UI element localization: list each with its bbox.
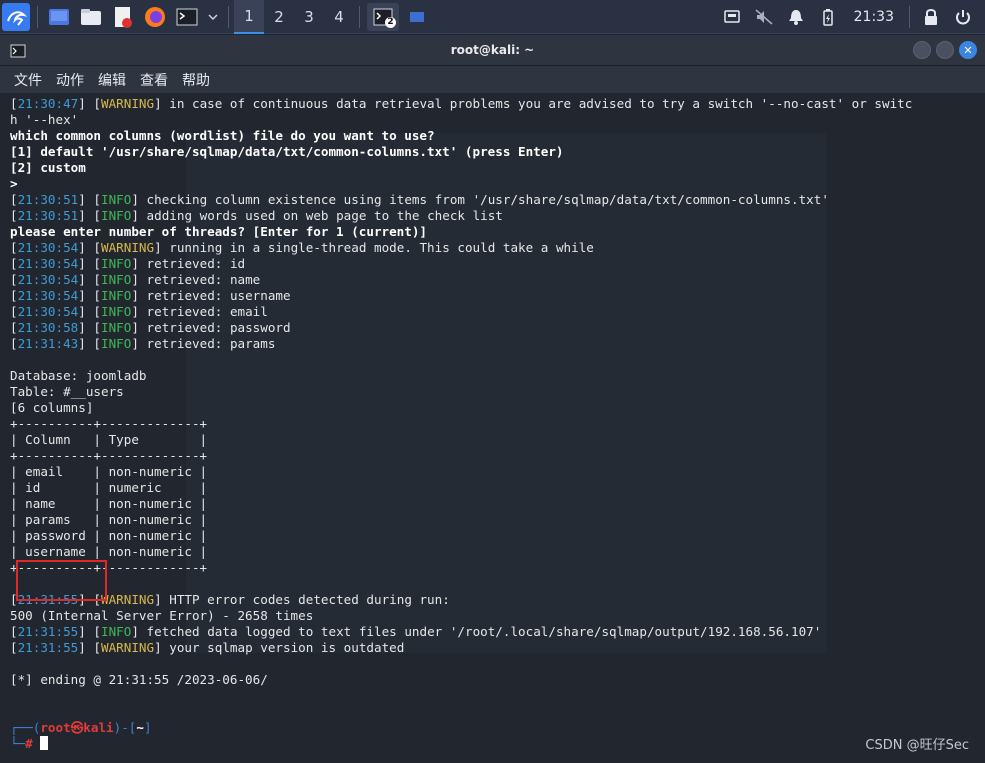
database-line: Database: joomladb bbox=[10, 368, 147, 383]
desktop-icon[interactable] bbox=[45, 3, 73, 31]
taskbar-separator bbox=[37, 5, 38, 28]
table-border: +----------+-------------+ bbox=[10, 448, 208, 463]
battery-icon[interactable] bbox=[814, 3, 842, 31]
log-line: [21:30:54] [INFO] retrieved: username bbox=[10, 288, 291, 303]
taskbar-separator bbox=[359, 5, 360, 28]
prompt-option: [2] custom bbox=[10, 160, 86, 175]
log-line: [21:31:55] [WARNING] HTTP error codes de… bbox=[10, 592, 450, 607]
log-line: [21:30:54] [WARNING] running in a single… bbox=[10, 240, 594, 255]
window-titlebar[interactable]: root@kali: ~ ✕ bbox=[0, 35, 985, 66]
firefox-icon[interactable] bbox=[141, 3, 169, 31]
log-line: [21:30:58] [INFO] retrieved: password bbox=[10, 320, 291, 335]
text-cursor bbox=[40, 736, 49, 750]
maximize-button[interactable] bbox=[936, 41, 954, 59]
table-row: | username | non-numeric | bbox=[10, 544, 208, 559]
prompt-option: [1] default '/usr/share/sqlmap/data/txt/… bbox=[10, 144, 564, 159]
menu-action[interactable]: 动作 bbox=[56, 70, 84, 90]
workspace-3[interactable]: 3 bbox=[294, 0, 324, 34]
notification-bell-icon[interactable] bbox=[782, 3, 810, 31]
display-icon[interactable] bbox=[718, 3, 746, 31]
terminal-icon[interactable] bbox=[173, 3, 201, 31]
clock[interactable]: 21:33 bbox=[854, 9, 894, 25]
log-line: [21:30:54] [INFO] retrieved: email bbox=[10, 304, 268, 319]
system-tray: 21:33 bbox=[716, 0, 979, 34]
table-row: | email | non-numeric | bbox=[10, 464, 208, 479]
log-line: [21:30:54] [INFO] retrieved: id bbox=[10, 256, 246, 271]
log-line: [21:30:51] [INFO] adding words used on w… bbox=[10, 208, 503, 223]
table-row: | params | non-numeric | bbox=[10, 512, 208, 527]
taskbar: 1 2 3 4 2 21:33 bbox=[0, 0, 985, 34]
log-line: [21:31:55] [INFO] fetched data logged to… bbox=[10, 624, 822, 639]
network-icon[interactable] bbox=[403, 3, 431, 31]
menu-help[interactable]: 帮助 bbox=[182, 70, 210, 90]
workspace-4[interactable]: 4 bbox=[324, 0, 354, 34]
table-row: | id | numeric | bbox=[10, 480, 208, 495]
menu-file[interactable]: 文件 bbox=[14, 70, 42, 90]
chevron-down-icon[interactable] bbox=[205, 3, 221, 31]
watermark: CSDN @旺仔Sec bbox=[865, 738, 969, 753]
terminal-window: root@kali: ~ ✕ 文件 动作 编辑 查看 帮助 [21:30:47]… bbox=[0, 35, 985, 763]
log-line: h '--hex' bbox=[10, 112, 79, 127]
ending-line: [*] ending @ 21:31:55 /2023-06-06/ bbox=[10, 672, 268, 687]
table-border: +----------+-------------+ bbox=[10, 560, 208, 575]
highlight-box bbox=[16, 560, 107, 601]
shell-prompt-line1: ┌──(root㉿kali)-[~] bbox=[10, 720, 152, 735]
prompt-question: which common columns (wordlist) file do … bbox=[10, 128, 435, 143]
prompt-question: please enter number of threads? [Enter f… bbox=[10, 224, 428, 239]
text-editor-icon[interactable] bbox=[109, 3, 137, 31]
menu-view[interactable]: 查看 bbox=[140, 70, 168, 90]
taskbar-separator bbox=[909, 6, 910, 28]
minimize-button[interactable] bbox=[913, 41, 931, 59]
menu-bar: 文件 动作 编辑 查看 帮助 bbox=[0, 66, 985, 94]
close-icon: ✕ bbox=[963, 43, 973, 57]
lock-icon[interactable] bbox=[917, 3, 945, 31]
columns-count: [6 columns] bbox=[10, 400, 94, 415]
terminal-task-button[interactable]: 2 bbox=[367, 2, 399, 31]
taskbar-separator bbox=[228, 5, 229, 28]
log-line: [21:30:54] [INFO] retrieved: name bbox=[10, 272, 261, 287]
table-header: | Column | Type | bbox=[10, 432, 208, 447]
shell-prompt-line2[interactable]: └─# bbox=[10, 736, 912, 752]
log-line: 500 (Internal Server Error) - 2658 times bbox=[10, 608, 314, 623]
log-line: [21:31:55] [WARNING] your sqlmap version… bbox=[10, 640, 405, 655]
power-icon[interactable] bbox=[949, 3, 977, 31]
table-border: +----------+-------------+ bbox=[10, 416, 208, 431]
log-line: [21:30:47] [WARNING] in case of continuo… bbox=[10, 96, 913, 111]
table-row: | password | non-numeric | bbox=[10, 528, 208, 543]
terminal-output[interactable]: [21:30:47] [WARNING] in case of continuo… bbox=[0, 93, 985, 763]
mute-icon[interactable] bbox=[750, 3, 778, 31]
workspace-2[interactable]: 2 bbox=[264, 0, 294, 34]
window-title: root@kali: ~ bbox=[450, 43, 535, 57]
log-line: [21:31:43] [INFO] retrieved: params bbox=[10, 336, 276, 351]
prompt-input: > bbox=[10, 176, 18, 191]
kali-menu-icon[interactable] bbox=[2, 2, 30, 31]
menu-edit[interactable]: 编辑 bbox=[98, 70, 126, 90]
workspace-1[interactable]: 1 bbox=[234, 0, 264, 34]
log-line: [21:30:51] [INFO] checking column existe… bbox=[10, 192, 829, 207]
terminal-lines: [21:30:47] [WARNING] in case of continuo… bbox=[10, 96, 912, 752]
close-button[interactable]: ✕ bbox=[959, 41, 977, 59]
file-manager-icon[interactable] bbox=[77, 3, 105, 31]
table-row: | name | non-numeric | bbox=[10, 496, 208, 511]
terminal-count-badge: 2 bbox=[385, 16, 396, 28]
table-line: Table: #__users bbox=[10, 384, 124, 399]
